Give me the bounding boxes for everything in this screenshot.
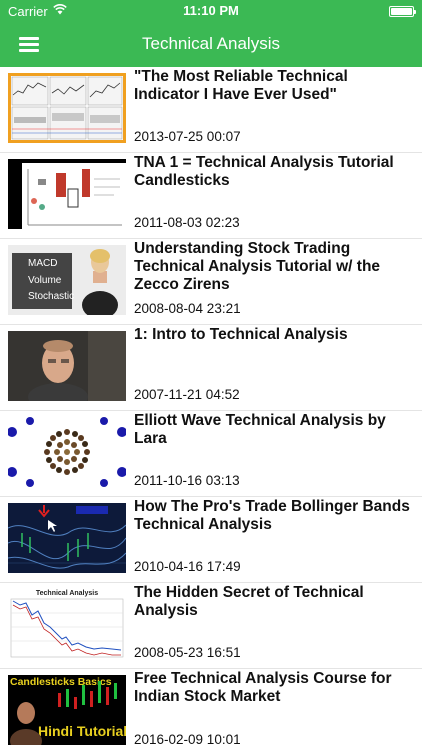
video-thumbnail: Candlesticks Basics Hindi Tutorial xyxy=(8,675,126,745)
list-item[interactable]: "The Most Reliable Technical Indicator I… xyxy=(0,67,422,153)
video-date: 2008-05-23 16:51 xyxy=(134,645,241,660)
battery-icon xyxy=(389,6,416,17)
status-bar: Carrier 11:10 PM xyxy=(0,0,422,22)
list-item[interactable]: MACD Volume Stochastic Understanding Sto… xyxy=(0,239,422,325)
video-title: TNA 1 = Technical Analysis Tutorial Cand… xyxy=(134,154,394,189)
video-date: 2013-07-25 00:07 xyxy=(134,129,241,144)
video-title: The Hidden Secret of Technical Analysis xyxy=(134,584,364,619)
video-thumbnail: Technical Analysis xyxy=(8,589,126,659)
video-date: 2016-02-09 10:01 xyxy=(134,732,241,747)
video-date: 2008-08-04 23:21 xyxy=(134,301,241,316)
thumbnail-chart xyxy=(10,681,117,745)
video-thumbnail xyxy=(8,73,126,143)
status-time: 11:10 PM xyxy=(183,3,239,18)
video-date: 2011-10-16 03:13 xyxy=(134,473,240,488)
video-title: Free Technical Analysis Course for India… xyxy=(134,670,392,705)
video-title: Elliott Wave Technical Analysis by Lara xyxy=(134,412,386,447)
thumbnail-chart xyxy=(10,598,124,658)
app-header: Carrier 11:10 PM Technical Analysis xyxy=(0,0,422,67)
video-thumbnail: MACD Volume Stochastic xyxy=(8,245,126,315)
list-item[interactable]: Elliott Wave Technical Analysis by Lara … xyxy=(0,411,422,497)
video-thumbnail xyxy=(8,417,126,487)
video-date: 2007-11-21 04:52 xyxy=(134,387,240,402)
list-item[interactable]: How The Pro's Trade Bollinger Bands Tech… xyxy=(0,497,422,583)
video-title: How The Pro's Trade Bollinger Bands Tech… xyxy=(134,498,410,533)
navigation-bar: Technical Analysis xyxy=(0,22,422,67)
list-item[interactable]: Candlesticks Basics Hindi Tutorial Free … xyxy=(0,669,422,750)
video-thumbnail xyxy=(8,159,126,229)
video-thumbnail xyxy=(8,331,126,401)
video-date: 2011-08-03 02:23 xyxy=(134,215,240,230)
video-thumbnail xyxy=(8,503,126,573)
list-item[interactable]: TNA 1 = Technical Analysis Tutorial Cand… xyxy=(0,153,422,239)
video-date: 2010-04-16 17:49 xyxy=(134,559,241,574)
video-title: "The Most Reliable Technical Indicator I… xyxy=(134,68,348,103)
video-title: Understanding Stock Trading Technical An… xyxy=(134,240,381,293)
page-title: Technical Analysis xyxy=(142,34,280,53)
presenter-figure xyxy=(82,249,118,315)
video-list: "The Most Reliable Technical Indicator I… xyxy=(0,67,422,750)
list-item[interactable]: 1: Intro to Technical Analysis 2007-11-2… xyxy=(0,325,422,411)
list-item[interactable]: Technical Analysis The Hidden Secret of … xyxy=(0,583,422,669)
video-title: 1: Intro to Technical Analysis xyxy=(134,326,348,343)
